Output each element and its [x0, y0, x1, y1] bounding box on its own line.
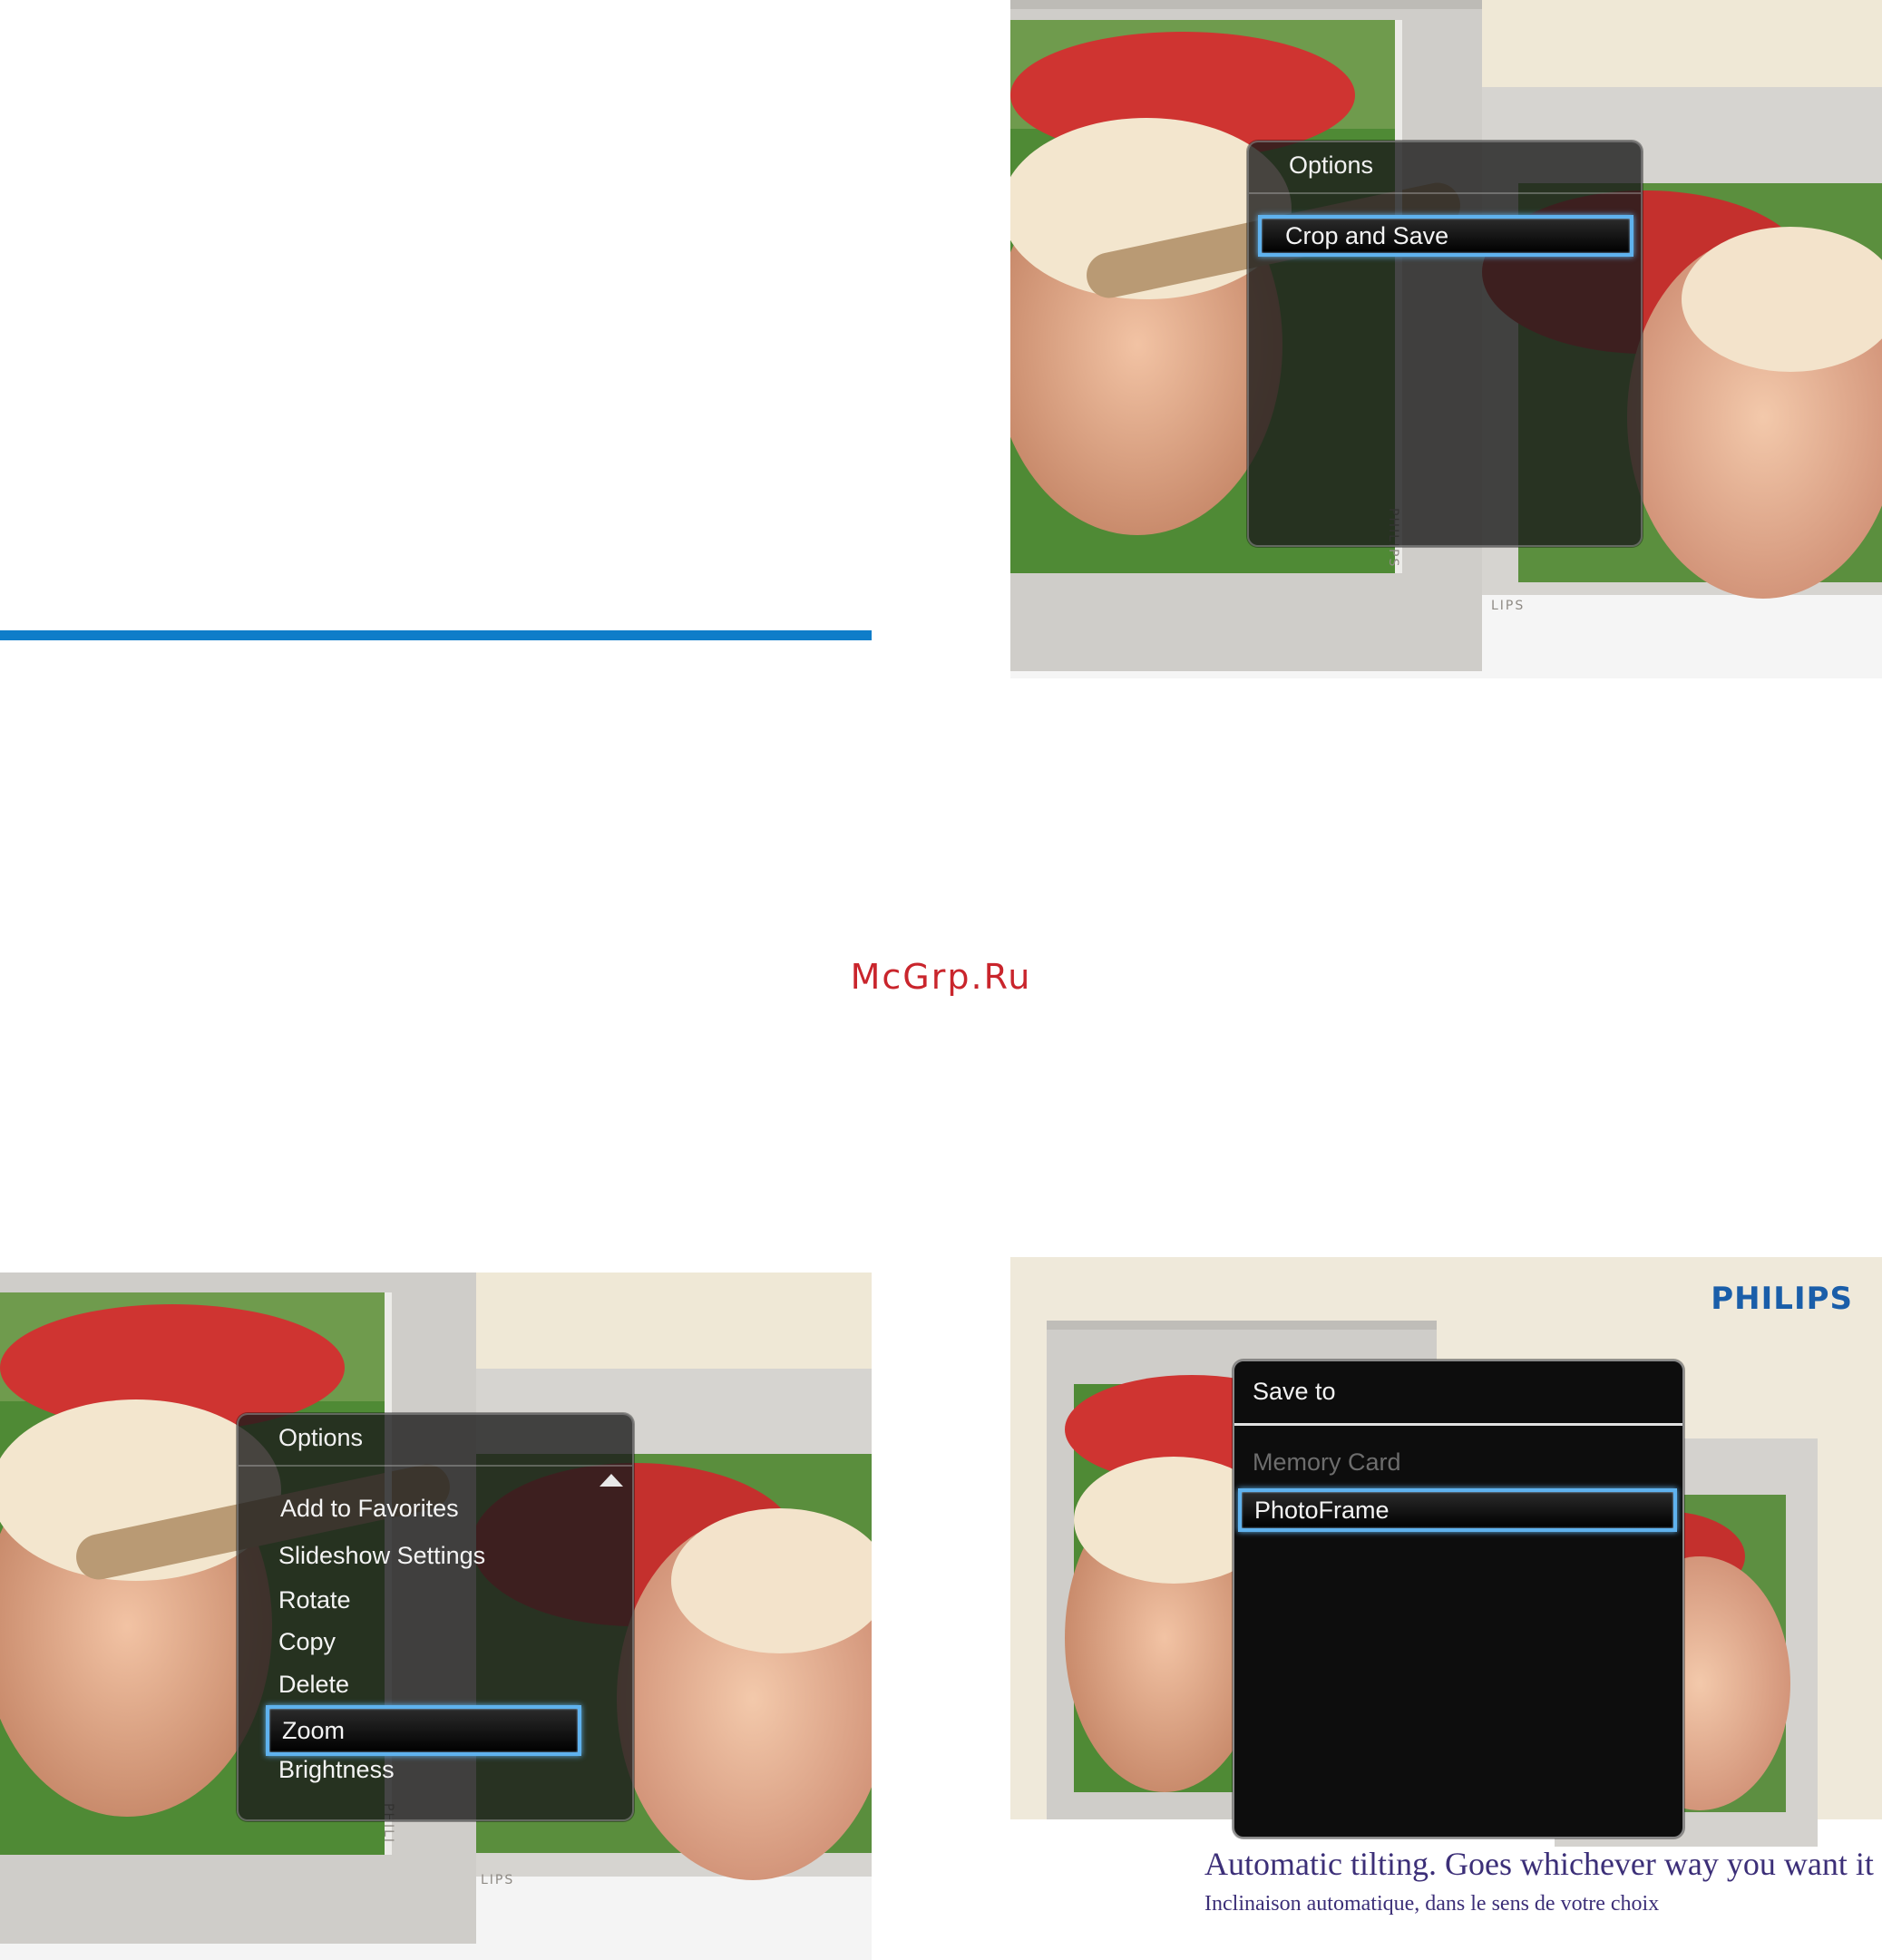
screenshot-crop-and-save: PHILIPS LIPS Options Crop and Save — [1010, 0, 1882, 678]
options-menu: Options Crop and Save — [1247, 141, 1643, 547]
menu-item-rotate[interactable]: Rotate — [278, 1586, 351, 1614]
screenshot-options-zoom: PHILI LIPS Options Add to Favorites Slid… — [0, 1273, 872, 1960]
menu-title: Save to — [1253, 1378, 1336, 1405]
menu-item-zoom[interactable]: Zoom — [266, 1705, 581, 1756]
menu-item-brightness[interactable]: Brightness — [278, 1756, 395, 1784]
tagline-french: Inclinaison automatique, dans le sens de… — [1204, 1892, 1660, 1916]
menu-item-memory-card: Memory Card — [1253, 1448, 1401, 1476]
screenshot-save-to: PHILIPS Save to Memory Card PhotoFrame A… — [1010, 1257, 1882, 1960]
back-frame-brand-label: LIPS — [1491, 599, 1526, 613]
section-divider-rule — [0, 630, 872, 640]
philips-logo: PHILIPS — [1711, 1281, 1853, 1317]
menu-title-separator — [239, 1465, 632, 1467]
tagline-english: Automatic tilting. Goes whichever way yo… — [1204, 1846, 1874, 1882]
menu-item-delete[interactable]: Delete — [278, 1671, 349, 1699]
menu-item-photoframe[interactable]: PhotoFrame — [1238, 1488, 1677, 1532]
menu-item-slideshow-settings[interactable]: Slideshow Settings — [278, 1542, 485, 1570]
menu-item-add-to-favorites[interactable]: Add to Favorites — [280, 1495, 459, 1523]
menu-title-separator — [1249, 192, 1641, 194]
options-menu: Options Add to Favorites Slideshow Setti… — [237, 1413, 634, 1821]
menu-item-crop-and-save[interactable]: Crop and Save — [1258, 215, 1633, 257]
scroll-up-arrow-icon[interactable] — [600, 1474, 623, 1487]
save-to-menu: Save to Memory Card PhotoFrame — [1233, 1360, 1684, 1838]
menu-title-separator — [1234, 1423, 1682, 1426]
menu-item-copy[interactable]: Copy — [278, 1628, 336, 1656]
back-frame-brand-label: LIPS — [481, 1873, 515, 1887]
watermark-text: McGrp.Ru — [850, 957, 1032, 997]
menu-title: Options — [1289, 151, 1374, 179]
menu-title: Options — [278, 1424, 364, 1451]
